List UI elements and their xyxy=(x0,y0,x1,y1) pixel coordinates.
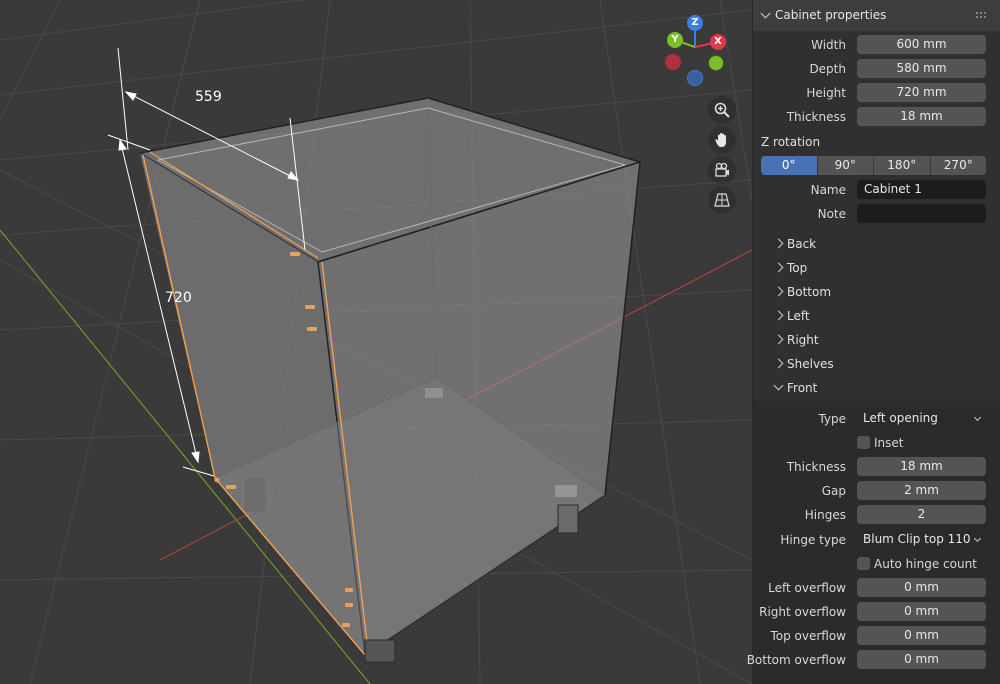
bottom-overflow-field[interactable]: 0 mm xyxy=(857,650,986,669)
gap-field[interactable]: 2 mm xyxy=(857,481,986,500)
section-top[interactable]: Top xyxy=(773,259,808,277)
chevron-right-icon xyxy=(773,262,784,273)
section-bottom[interactable]: Bottom xyxy=(773,283,832,301)
thickness-field[interactable]: 18 mm xyxy=(857,107,986,126)
name-label: Name xyxy=(810,183,846,197)
front-type-dropdown[interactable]: Left opening xyxy=(857,409,986,428)
3d-viewport[interactable]: 559 720 Z Y X xyxy=(0,0,752,684)
depth-label: Depth xyxy=(809,62,846,76)
panel-title: Cabinet properties xyxy=(775,8,887,22)
inset-label: Inset xyxy=(874,436,904,450)
height-field[interactable]: 720 mm xyxy=(857,83,986,102)
section-bottom-label: Bottom xyxy=(787,285,832,299)
bottom-overflow-label: Bottom overflow xyxy=(746,653,846,667)
chevron-right-icon xyxy=(773,286,784,297)
chevron-down-icon xyxy=(760,8,771,19)
panel-header[interactable]: Cabinet properties xyxy=(753,0,1000,31)
perspective-toggle-button[interactable] xyxy=(708,186,736,214)
hinge-type-label: Hinge type xyxy=(780,533,846,547)
zoom-button[interactable] xyxy=(708,96,736,124)
front-type-label: Type xyxy=(818,412,846,426)
thickness-label: Thickness xyxy=(786,110,846,124)
camera-view-button[interactable] xyxy=(708,156,736,184)
section-right[interactable]: Right xyxy=(773,331,819,349)
top-overflow-field[interactable]: 0 mm xyxy=(857,626,986,645)
section-left-label: Left xyxy=(787,309,810,323)
section-shelves-label: Shelves xyxy=(787,357,834,371)
right-overflow-field[interactable]: 0 mm xyxy=(857,602,986,621)
gizmo-neg-y[interactable] xyxy=(708,55,724,71)
pan-button[interactable] xyxy=(708,126,736,154)
chevron-down-icon xyxy=(773,380,784,391)
cabinet-scene[interactable] xyxy=(0,0,752,684)
section-right-label: Right xyxy=(787,333,819,347)
top-overflow-label: Top overflow xyxy=(770,629,846,643)
right-overflow-label: Right overflow xyxy=(759,605,846,619)
gizmo-neg-x[interactable] xyxy=(665,54,681,70)
hinges-label: Hinges xyxy=(804,508,846,522)
section-left[interactable]: Left xyxy=(773,307,810,325)
name-input[interactable]: Cabinet 1 xyxy=(857,180,986,199)
width-dimension-label: 559 xyxy=(195,89,222,105)
hinges-field[interactable]: 2 xyxy=(857,505,986,524)
section-top-label: Top xyxy=(787,261,808,275)
note-label: Note xyxy=(817,207,846,221)
drag-handle-icon[interactable] xyxy=(975,11,987,19)
height-label: Height xyxy=(806,86,846,100)
auto-hinge-count-checkbox[interactable] xyxy=(857,557,870,570)
section-front-label: Front xyxy=(787,381,818,395)
chevron-right-icon xyxy=(773,310,784,321)
gizmo-neg-z[interactable] xyxy=(687,70,703,86)
z-rotation-180[interactable]: 180° xyxy=(874,156,931,175)
axis-gizmo[interactable]: Z Y X xyxy=(660,12,730,92)
perspective-grid-icon xyxy=(714,193,730,207)
z-rotation-90[interactable]: 90° xyxy=(817,156,874,175)
gap-label: Gap xyxy=(821,484,846,498)
left-overflow-field[interactable]: 0 mm xyxy=(857,578,986,597)
height-dimension-label: 720 xyxy=(165,290,192,306)
width-field[interactable]: 600 mm xyxy=(857,35,986,54)
gizmo-z-axis[interactable]: Z xyxy=(687,15,703,31)
note-input[interactable] xyxy=(857,204,986,223)
gizmo-y-axis[interactable]: Y xyxy=(667,32,683,48)
width-label: Width xyxy=(811,38,846,52)
gizmo-x-axis[interactable]: X xyxy=(710,34,726,50)
inset-checkbox[interactable] xyxy=(857,436,870,449)
left-overflow-label: Left overflow xyxy=(768,581,846,595)
chevron-right-icon xyxy=(773,334,784,345)
hand-pan-icon xyxy=(715,133,726,147)
section-front[interactable]: Front xyxy=(773,379,818,397)
front-thickness-label: Thickness xyxy=(786,460,846,474)
section-back-label: Back xyxy=(787,237,817,251)
chevron-right-icon xyxy=(773,358,784,369)
z-rotation-0[interactable]: 0° xyxy=(761,156,818,175)
auto-hinge-count-label: Auto hinge count xyxy=(874,557,977,571)
chevron-right-icon xyxy=(773,238,784,249)
hinge-type-dropdown[interactable]: Blum Clip top 110 xyxy=(857,530,986,549)
depth-field[interactable]: 580 mm xyxy=(857,59,986,78)
section-back[interactable]: Back xyxy=(773,235,817,253)
camera-icon xyxy=(715,162,729,177)
z-rotation-label: Z rotation xyxy=(761,135,821,149)
z-rotation-270[interactable]: 270° xyxy=(930,156,986,175)
properties-panel: Cabinet properties Width 600 mm Depth 58… xyxy=(747,0,1000,684)
section-shelves[interactable]: Shelves xyxy=(773,355,834,373)
zoom-icon xyxy=(714,102,730,118)
front-thickness-field[interactable]: 18 mm xyxy=(857,457,986,476)
z-rotation-selector: 0° 90° 180° 270° xyxy=(761,156,986,175)
